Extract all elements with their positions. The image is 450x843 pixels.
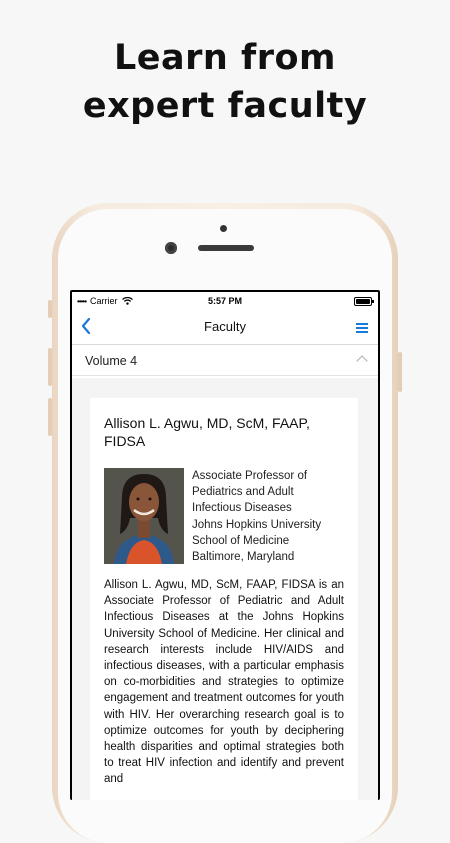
title-line: Pediatrics and Adult <box>192 486 294 499</box>
phone-screen: ••••• Carrier 5:57 PM Faculty Volume 4 A… <box>70 290 380 800</box>
title-line: School of Medicine <box>192 534 290 547</box>
faculty-card: Allison L. Agwu, MD, ScM, FAAP, FIDSA As… <box>90 398 358 800</box>
headline-line-2: expert faculty <box>82 86 368 126</box>
power-button <box>398 352 402 392</box>
headline-line-1: Learn from <box>113 38 337 78</box>
nav-bar: Faculty <box>72 310 378 345</box>
volume-section-header[interactable]: Volume 4 <box>72 345 378 376</box>
faculty-photo <box>104 468 184 564</box>
app-screen: ••••• Carrier 5:57 PM Faculty Volume 4 A… <box>72 292 378 800</box>
hamburger-menu-icon[interactable] <box>356 323 368 335</box>
status-bar: ••••• Carrier 5:57 PM <box>72 292 378 310</box>
faculty-bio: Allison L. Agwu, MD, ScM, FAAP, FIDSA is… <box>104 579 344 786</box>
status-time: 5:57 PM <box>207 296 242 306</box>
volume-down-button <box>48 398 52 436</box>
section-title: Volume 4 <box>85 354 138 368</box>
volume-up-button <box>48 348 52 386</box>
earpiece-speaker <box>198 245 254 251</box>
title-line: Infectious Diseases <box>192 502 292 515</box>
title-line: Johns Hopkins University <box>192 518 322 531</box>
chevron-up-icon[interactable] <box>356 355 368 367</box>
portrait-image <box>104 468 184 564</box>
marketing-headline: Learn from expert faculty <box>0 34 450 130</box>
battery-icon <box>354 297 374 306</box>
faculty-titles: Associate Professor of Pediatrics and Ad… <box>192 468 350 565</box>
title-line: Associate Professor of <box>192 470 308 482</box>
mute-switch <box>48 300 52 318</box>
sensor-dot <box>220 225 227 232</box>
front-camera <box>165 242 177 254</box>
faculty-name: Allison L. Agwu, MD, ScM, FAAP, FIDSA <box>104 415 310 449</box>
title-line: Baltimore, Maryland <box>192 551 295 564</box>
nav-title: Faculty <box>204 319 246 334</box>
